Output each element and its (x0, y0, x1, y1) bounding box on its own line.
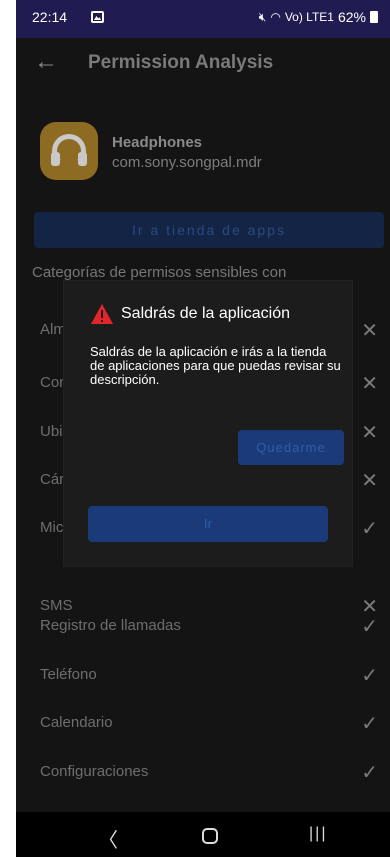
dialog-message: Saldrás de la aplicación e irás a la tie… (90, 344, 341, 387)
granted-check-icon: ✓ (361, 616, 378, 638)
mute-icon: 🔇︎ (258, 9, 267, 24)
app-package: com.sony.songpal.mdr (112, 154, 262, 171)
stay-button[interactable]: Quedarme (238, 430, 344, 465)
app-name: Headphones (112, 134, 203, 151)
permission-row: Registro de llamadas ✓ (16, 611, 390, 641)
dialog-title: Saldrás de la aplicación (121, 305, 290, 322)
system-nav-bar: 〈 ||| (16, 812, 390, 857)
headphones-cup-left (51, 152, 60, 166)
page-title: Permission Analysis (88, 52, 274, 73)
permission-label: Cár (40, 471, 65, 488)
permission-label: Ubi (40, 423, 63, 440)
denied-x-icon: ✕ (361, 320, 378, 342)
status-bar: 22:14 🔇︎ ◠ Vo) LTE1 62% (16, 0, 390, 38)
denied-x-icon: ✕ (361, 422, 378, 444)
section-title: Categorías de permisos sensibles con (32, 264, 287, 281)
permission-row: Teléfono ✓ (16, 660, 390, 690)
permission-label: Calendario (40, 714, 113, 731)
nav-home-icon[interactable] (202, 828, 218, 844)
denied-x-icon: ✕ (361, 470, 378, 492)
headphones-cup-right (78, 152, 87, 166)
go-button[interactable]: Ir (88, 506, 328, 542)
battery-percent: 62% (337, 9, 366, 25)
permission-label: Configuraciones (40, 763, 149, 780)
permission-row: Configuraciones ✓ (16, 757, 390, 787)
phone-screen: 22:14 🔇︎ ◠ Vo) LTE1 62% ← Permission Ana… (16, 0, 390, 857)
permission-label: Alm (40, 321, 66, 338)
granted-check-icon: ✓ (361, 518, 378, 540)
granted-check-icon: ✓ (361, 665, 378, 687)
permission-row: Calendario ✓ (16, 708, 390, 738)
go-to-store-button[interactable]: Ir a tienda de apps (34, 212, 384, 248)
battery-icon (370, 11, 378, 23)
headphones-app-icon (40, 122, 98, 180)
permission-label: Cor (40, 374, 65, 391)
back-arrow-icon[interactable]: ← (34, 48, 58, 76)
status-right: 🔇︎ ◠ Vo) LTE1 62% (259, 9, 378, 25)
permission-label: Registro de llamadas (40, 617, 181, 634)
status-time: 22:14 (32, 9, 68, 25)
nav-back-icon[interactable]: 〈 (98, 824, 118, 853)
permission-label: Mic (40, 519, 64, 536)
granted-check-icon: ✓ (361, 713, 378, 735)
permission-label: Teléfono (40, 666, 97, 683)
nav-recents-icon[interactable]: ||| (309, 825, 327, 843)
app-bar: ← Permission Analysis (16, 38, 390, 88)
denied-x-icon: ✕ (361, 373, 378, 395)
warning-icon (91, 304, 113, 324)
wifi-icon: ◠ (270, 10, 281, 24)
image-notification-icon (91, 11, 104, 23)
leave-app-dialog: Saldrás de la aplicación Saldrás de la a… (64, 281, 352, 566)
granted-check-icon: ✓ (361, 762, 378, 784)
signal-text: Vo) LTE1 (284, 10, 334, 24)
